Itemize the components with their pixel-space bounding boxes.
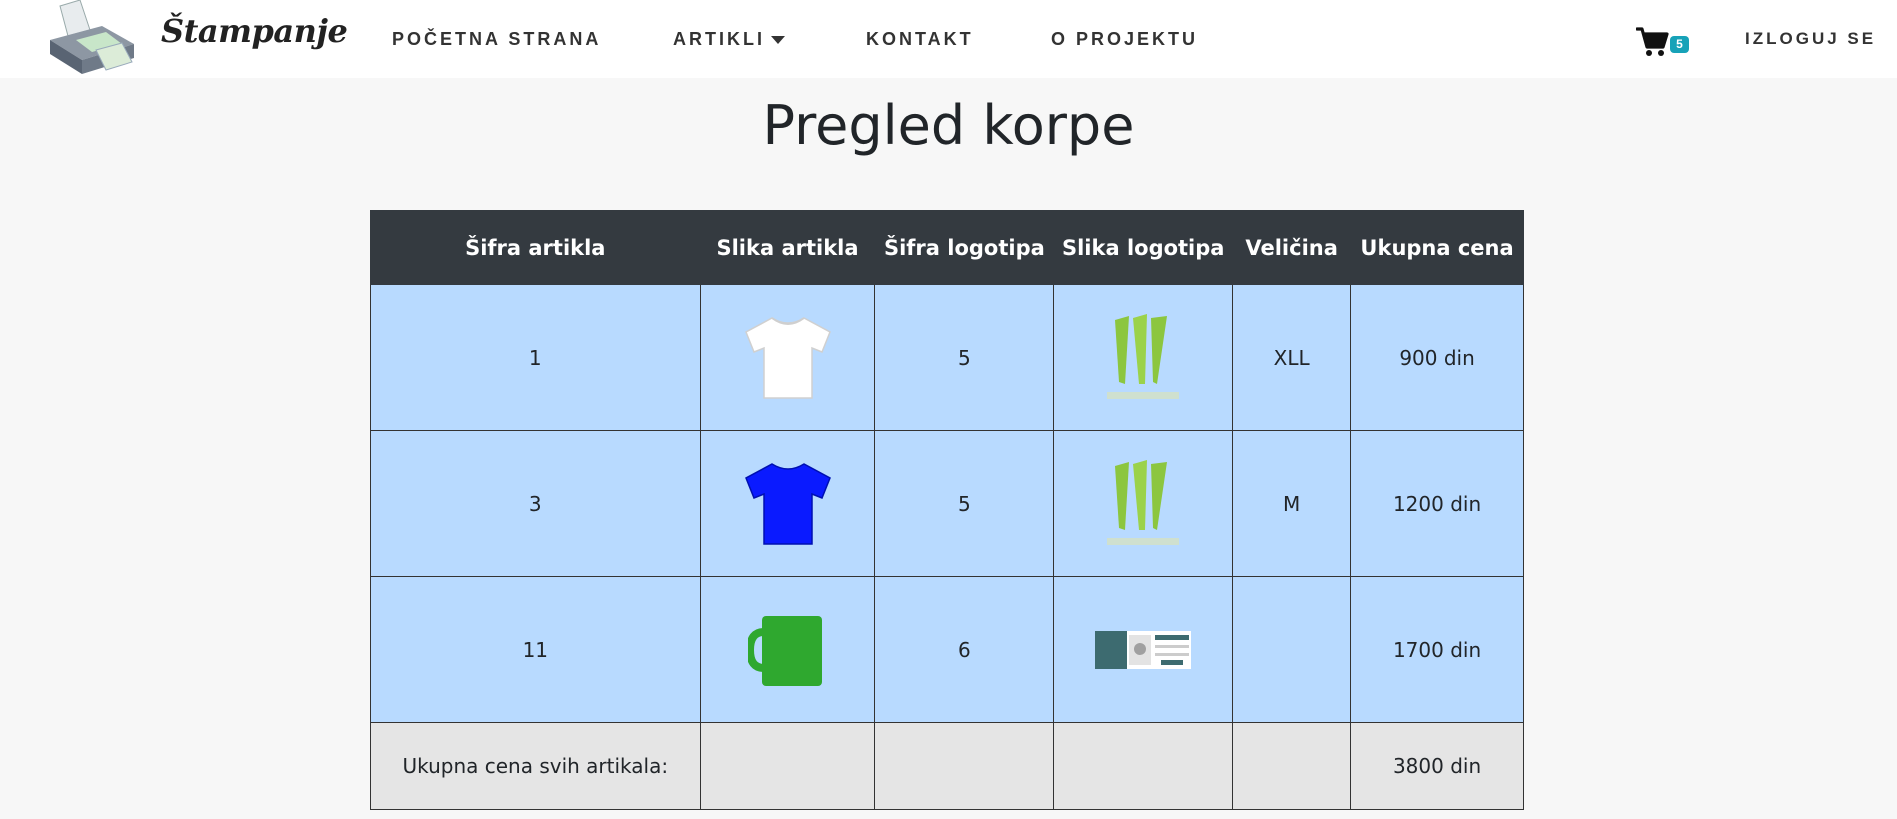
empty-cell (1053, 722, 1234, 810)
empty-cell (1232, 722, 1352, 810)
col-header-item-code: Šifra artikla (370, 210, 701, 285)
caret-down-icon (771, 36, 785, 45)
table-row: 11 6 1700 din (370, 576, 1524, 723)
price-cell: 1200 din (1350, 430, 1524, 577)
printer-icon[interactable] (46, 0, 136, 76)
col-header-logo-code: Šifra logotipa (874, 210, 1055, 285)
white-tshirt-icon (744, 316, 831, 399)
logo-code-cell: 5 (874, 284, 1055, 431)
empty-cell (699, 722, 876, 810)
nav-about[interactable]: O PROJEKTU (1051, 29, 1198, 50)
page-title: Pregled korpe (762, 94, 1135, 157)
nav-contact[interactable]: KONTAKT (866, 29, 974, 50)
total-row: Ukupna cena svih artikala: 3800 din (370, 722, 1524, 810)
logo-image-cell (1053, 576, 1234, 723)
total-label-cell: Ukupna cena svih artikala: (370, 722, 701, 810)
monster-logo-icon (1107, 313, 1180, 399)
table-header-row: Šifra artikla Slika artikla Šifra logoti… (370, 210, 1524, 285)
col-header-total-price: Ukupna cena (1350, 210, 1524, 285)
table-row: 3 5 M 1200 din (370, 430, 1524, 577)
logo-code-cell: 5 (874, 430, 1055, 577)
empty-cell (874, 722, 1055, 810)
monster-logo-icon (1107, 459, 1180, 545)
size-cell: XLL (1232, 284, 1352, 431)
logout-link[interactable]: IZLOGUJ SE (1745, 29, 1876, 49)
nav-home[interactable]: POČETNA STRANA (392, 29, 601, 50)
table-row: 1 5 XLL 900 din (370, 284, 1524, 431)
size-cell (1232, 576, 1352, 723)
price-cell: 1700 din (1350, 576, 1524, 723)
cart-count-badge: 5 (1670, 36, 1689, 53)
col-header-item-image: Slika artikla (699, 210, 876, 285)
blue-tshirt-icon (744, 462, 831, 545)
price-cell: 900 din (1350, 284, 1524, 431)
item-image-cell (699, 430, 876, 577)
item-code-cell: 11 (370, 576, 701, 723)
cart-icon (1635, 27, 1669, 56)
logo-code-cell: 6 (874, 576, 1055, 723)
cart-table: Šifra artikla Slika artikla Šifra logoti… (370, 210, 1524, 810)
cart-button[interactable]: 5 (1635, 26, 1692, 60)
item-code-cell: 1 (370, 284, 701, 431)
item-image-cell (699, 284, 876, 431)
nav-articles-label: ARTIKLI (673, 29, 765, 49)
logo-image-cell (1053, 430, 1234, 577)
logo-image-cell (1053, 284, 1234, 431)
navbar: Štampanje POČETNA STRANA ARTIKLI KONTAKT… (0, 0, 1897, 78)
item-image-cell (699, 576, 876, 723)
total-value-cell: 3800 din (1350, 722, 1524, 810)
item-code-cell: 3 (370, 430, 701, 577)
size-cell: M (1232, 430, 1352, 577)
screenshot-logo-icon (1095, 630, 1192, 669)
col-header-size: Veličina (1232, 210, 1352, 285)
col-header-logo-image: Slika logotipa (1053, 210, 1234, 285)
nav-articles[interactable]: ARTIKLI (673, 29, 785, 50)
green-mug-icon (747, 615, 822, 686)
brand-name[interactable]: Štampanje (161, 12, 348, 50)
